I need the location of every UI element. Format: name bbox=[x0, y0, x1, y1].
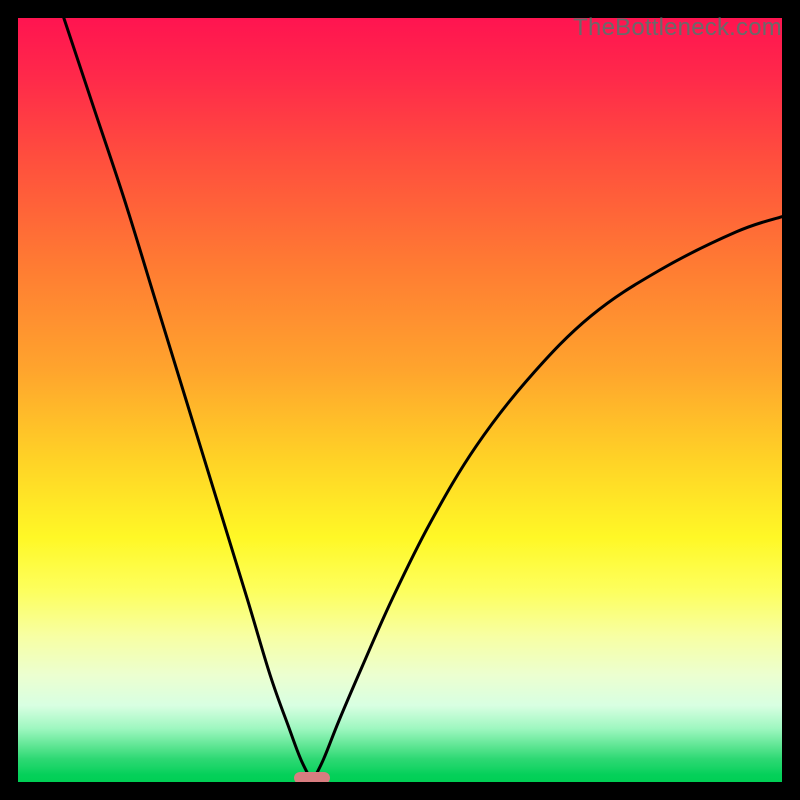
chart-frame: TheBottleneck.com bbox=[0, 0, 800, 800]
bottleneck-curve-left bbox=[64, 18, 312, 782]
watermark-text: TheBottleneck.com bbox=[573, 14, 782, 42]
bottleneck-curve-right bbox=[312, 217, 782, 782]
min-marker bbox=[294, 772, 330, 782]
curve-svg bbox=[18, 18, 782, 782]
plot-area bbox=[18, 18, 782, 782]
